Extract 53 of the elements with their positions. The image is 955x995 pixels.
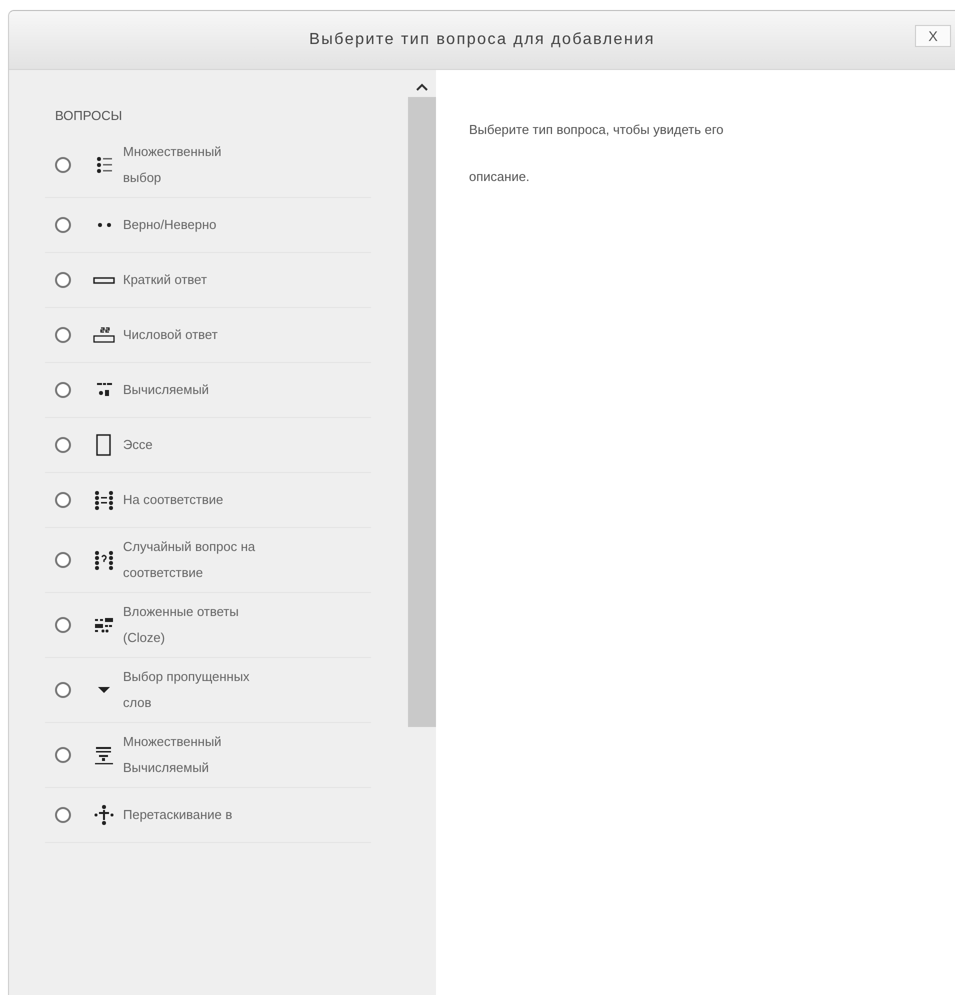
radio-button[interactable]: [55, 272, 71, 288]
option-label: Перетаскивание в: [123, 806, 234, 824]
radio-button[interactable]: [55, 327, 71, 343]
section-heading: ВОПРОСЫ: [55, 108, 124, 123]
radio-button[interactable]: [55, 617, 71, 633]
formula-icon: [93, 744, 115, 766]
scrollbar[interactable]: [407, 70, 436, 995]
radio-button[interactable]: [55, 552, 71, 568]
matching-icon: [93, 489, 115, 511]
number-field-icon: [93, 327, 115, 343]
question-type-option[interactable]: Множественный выбор: [45, 133, 371, 198]
radio-button[interactable]: [55, 747, 71, 763]
radio-button[interactable]: [55, 492, 71, 508]
question-type-option[interactable]: Верно/Неверно: [45, 198, 371, 253]
question-type-option[interactable]: На соответствие: [45, 473, 371, 528]
question-type-option[interactable]: Краткий ответ: [45, 253, 371, 308]
move-icon: [93, 804, 115, 826]
option-label: Выбор пропущенных слов: [123, 668, 251, 712]
radio-button[interactable]: [55, 157, 71, 173]
question-type-option[interactable]: Эссе: [45, 418, 371, 473]
question-type-option[interactable]: Множественный Вычисляемый: [45, 723, 371, 788]
dots-icon: [96, 222, 112, 228]
radio-button[interactable]: [55, 807, 71, 823]
option-label: Множественный выбор: [123, 143, 222, 187]
dialog-title: Выберите тип вопроса для добавления: [309, 31, 655, 49]
radio-button[interactable]: [55, 682, 71, 698]
formula-icon: [96, 382, 112, 398]
text-field-icon: [93, 276, 115, 284]
radio-button[interactable]: [55, 382, 71, 398]
option-label: Случайный вопрос на соответствие: [123, 538, 256, 582]
radio-button[interactable]: [55, 437, 71, 453]
question-type-option[interactable]: Выбор пропущенных слов: [45, 658, 371, 723]
scroll-up-icon[interactable]: [416, 82, 428, 92]
option-label: Краткий ответ: [123, 271, 208, 289]
matching-icon: [93, 549, 115, 571]
option-label: Числовой ответ: [123, 326, 219, 344]
question-type-option[interactable]: Вычисляемый: [45, 363, 371, 418]
caret-icon: [97, 686, 111, 694]
close-button[interactable]: X: [915, 25, 951, 47]
option-label: На соответствие: [123, 491, 224, 509]
option-label: Эссе: [123, 436, 154, 454]
option-label: Верно/Неверно: [123, 216, 218, 234]
question-type-option[interactable]: Случайный вопрос на соответствие: [45, 528, 371, 593]
question-type-option[interactable]: Вложенные ответы (Cloze): [45, 593, 371, 658]
description-text: Выберите тип вопроса, чтобы увидеть его описание.: [469, 121, 725, 186]
question-type-option[interactable]: Числовой ответ: [45, 308, 371, 363]
option-label: Множественный Вычисляемый: [123, 733, 222, 777]
scrollbar-thumb[interactable]: [408, 97, 436, 727]
option-label: Вычисляемый: [123, 381, 210, 399]
option-label: Вложенные ответы (Cloze): [123, 603, 240, 647]
list-icon: [96, 156, 112, 174]
question-type-option[interactable]: Перетаскивание в: [45, 788, 371, 843]
radio-button[interactable]: [55, 217, 71, 233]
